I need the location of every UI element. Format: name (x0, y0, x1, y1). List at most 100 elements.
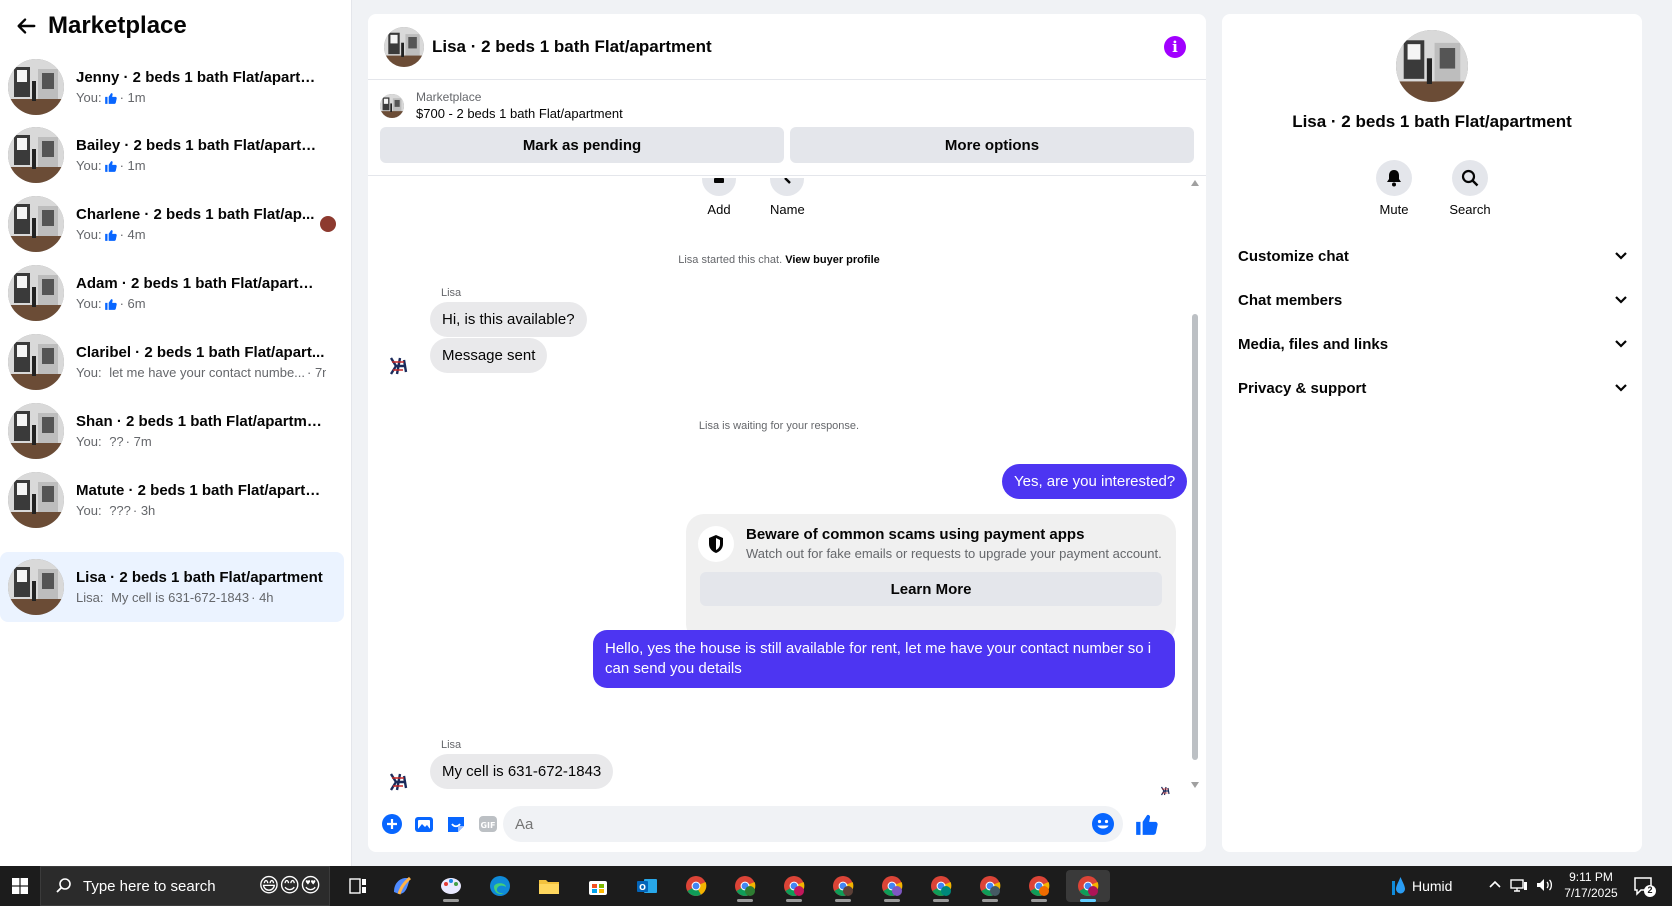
outlook-icon[interactable]: O (625, 870, 669, 902)
chevron-up-icon[interactable] (1488, 878, 1502, 892)
marketplace-listing-bar: Marketplace $700 - 2 beds 1 bath Flat/ap… (368, 80, 1206, 176)
conversation-time: · 7m (125, 434, 152, 449)
mute-button[interactable]: Mute (1358, 160, 1430, 217)
windows-start-icon[interactable] (0, 866, 40, 906)
marketplace-label: Marketplace (416, 90, 482, 104)
conversation-prefix: You: (76, 434, 102, 449)
taskbar-search[interactable]: Type here to search 😄😊😍 (40, 866, 330, 906)
photo-icon[interactable] (408, 808, 440, 840)
view-buyer-profile-link[interactable]: View buyer profile (785, 254, 880, 266)
chat-avatar[interactable] (384, 27, 424, 67)
chrome-profile-icon[interactable] (723, 870, 767, 902)
listing-thumbnail (8, 403, 64, 459)
send-like-icon[interactable] (1134, 808, 1166, 840)
weather-widget[interactable]: Humid (1392, 866, 1452, 906)
conversation-item[interactable]: Matute · 2 beds 1 bath Flat/apartm... Yo… (0, 465, 344, 535)
like-icon (104, 297, 118, 311)
read-receipt-avatar (320, 216, 336, 232)
chevron-down-icon (1615, 296, 1627, 304)
chrome-profile-icon[interactable] (772, 870, 816, 902)
conversation-item[interactable]: Charlene · 2 beds 1 bath Flat/ap... You:… (0, 189, 344, 259)
incoming-message[interactable]: Hi, is this available? (430, 302, 587, 337)
sender-avatar[interactable] (384, 352, 412, 380)
notification-icon[interactable]: 2 (1632, 874, 1656, 898)
mark-pending-button[interactable]: Mark as pending (380, 127, 784, 163)
sticker-icon[interactable] (440, 808, 472, 840)
seen-avatar (1158, 784, 1172, 798)
scam-warning-title: Beware of common scams using payment app… (746, 526, 1085, 543)
listing-title[interactable]: $700 - 2 beds 1 bath Flat/apartment (416, 106, 623, 121)
sender-name: Lisa (441, 287, 462, 299)
message-scrollbar[interactable] (1190, 180, 1200, 790)
network-icon[interactable] (1510, 878, 1528, 892)
microsoft-store-icon[interactable] (576, 870, 620, 902)
edge-browser-icon[interactable] (478, 870, 522, 902)
name-action[interactable]: Name (770, 178, 805, 217)
chevron-down-icon (1615, 340, 1627, 348)
privacy-support-section[interactable]: Privacy & support (1238, 368, 1634, 408)
conversation-title: Adam · 2 beds 1 bath Flat/apartme... (76, 275, 326, 292)
chrome-profile-icon[interactable] (1017, 870, 1061, 902)
conversation-title: Claribel · 2 beds 1 bath Flat/apart... (76, 344, 325, 361)
sender-avatar[interactable] (384, 768, 412, 796)
profile-name: Lisa · 2 beds 1 bath Flat/apartment (1292, 112, 1572, 131)
info-icon[interactable]: i (1164, 36, 1186, 58)
back-arrow-icon[interactable] (12, 12, 40, 40)
plus-circle-icon[interactable] (376, 808, 408, 840)
taskbar-clock[interactable]: 9:11 PM 7/17/2025 (1556, 869, 1626, 901)
conversation-item[interactable]: Jenny · 2 beds 1 bath Flat/apartment You… (0, 52, 344, 122)
windows-taskbar: Type here to search 😄😊😍 O Humid 9:11 PM … (0, 866, 1672, 906)
conversation-item-active[interactable]: Lisa · 2 beds 1 bath Flat/apartment Lisa… (0, 552, 344, 622)
chrome-profile-icon[interactable] (919, 870, 963, 902)
add-icon (702, 178, 736, 196)
chevron-down-icon (1615, 384, 1627, 392)
mute-label: Mute (1379, 202, 1409, 217)
section-label: Chat members (1238, 291, 1343, 309)
message-composer: GIF (368, 800, 1206, 848)
emoji-icon[interactable] (1091, 812, 1115, 836)
scam-warning-card: Beware of common scams using payment app… (686, 514, 1176, 642)
chrome-profile-icon-active[interactable] (1066, 870, 1110, 902)
conversation-snippet: let me have your contact numbe... (109, 365, 306, 380)
search-button[interactable]: Search (1434, 160, 1506, 217)
gif-icon[interactable]: GIF (472, 808, 504, 840)
search-icon (56, 878, 71, 893)
conversation-item[interactable]: Shan · 2 beds 1 bath Flat/apartment You:… (0, 396, 344, 466)
message-input[interactable] (515, 815, 1075, 833)
conversation-prefix: You: (76, 503, 102, 518)
copilot-icon[interactable] (380, 870, 424, 902)
media-files-section[interactable]: Media, files and links (1238, 324, 1634, 364)
profile-avatar[interactable] (1396, 30, 1468, 102)
chrome-profile-icon[interactable] (968, 870, 1012, 902)
conversation-title: Charlene · 2 beds 1 bath Flat/ap... (76, 206, 315, 223)
chat-members-section[interactable]: Chat members (1238, 280, 1634, 320)
chat-panel: Lisa · 2 beds 1 bath Flat/apartment i Ma… (368, 14, 1206, 852)
chrome-icon[interactable] (674, 870, 718, 902)
more-options-button[interactable]: More options (790, 127, 1194, 163)
shield-icon (698, 526, 734, 562)
file-explorer-icon[interactable] (527, 870, 571, 902)
paint-icon[interactable] (429, 870, 473, 902)
incoming-message[interactable]: My cell is 631-672-1843 (430, 754, 614, 789)
volume-icon[interactable] (1536, 878, 1554, 892)
outgoing-message[interactable]: Yes, are you interested? (1002, 464, 1188, 499)
outgoing-message[interactable]: Hello, yes the house is still available … (593, 630, 1175, 688)
conversation-item[interactable]: Adam · 2 beds 1 bath Flat/apartme... You… (0, 258, 344, 328)
customize-chat-section[interactable]: Customize chat (1238, 236, 1634, 276)
chat-title[interactable]: Lisa · 2 beds 1 bath Flat/apartment (432, 37, 712, 57)
add-action[interactable]: Add (702, 178, 736, 217)
task-view-icon[interactable] (336, 870, 380, 902)
chrome-profile-icon[interactable] (870, 870, 914, 902)
conversation-item[interactable]: Bailey · 2 beds 1 bath Flat/apartme... Y… (0, 120, 344, 190)
conversation-item[interactable]: Claribel · 2 beds 1 bath Flat/apart... Y… (0, 327, 344, 397)
listing-thumbnail (8, 127, 64, 183)
conversation-time: · 1m (119, 90, 146, 105)
system-tray (1488, 878, 1554, 892)
learn-more-button[interactable]: Learn More (700, 572, 1162, 606)
listing-thumbnail (8, 559, 64, 615)
incoming-message[interactable]: Message sent (430, 338, 548, 373)
scrollbar-thumb[interactable] (1192, 314, 1198, 760)
sidebar-header: Marketplace (0, 0, 351, 52)
chrome-profile-icon[interactable] (821, 870, 865, 902)
conversation-title: Matute · 2 beds 1 bath Flat/apartm... (76, 482, 326, 499)
